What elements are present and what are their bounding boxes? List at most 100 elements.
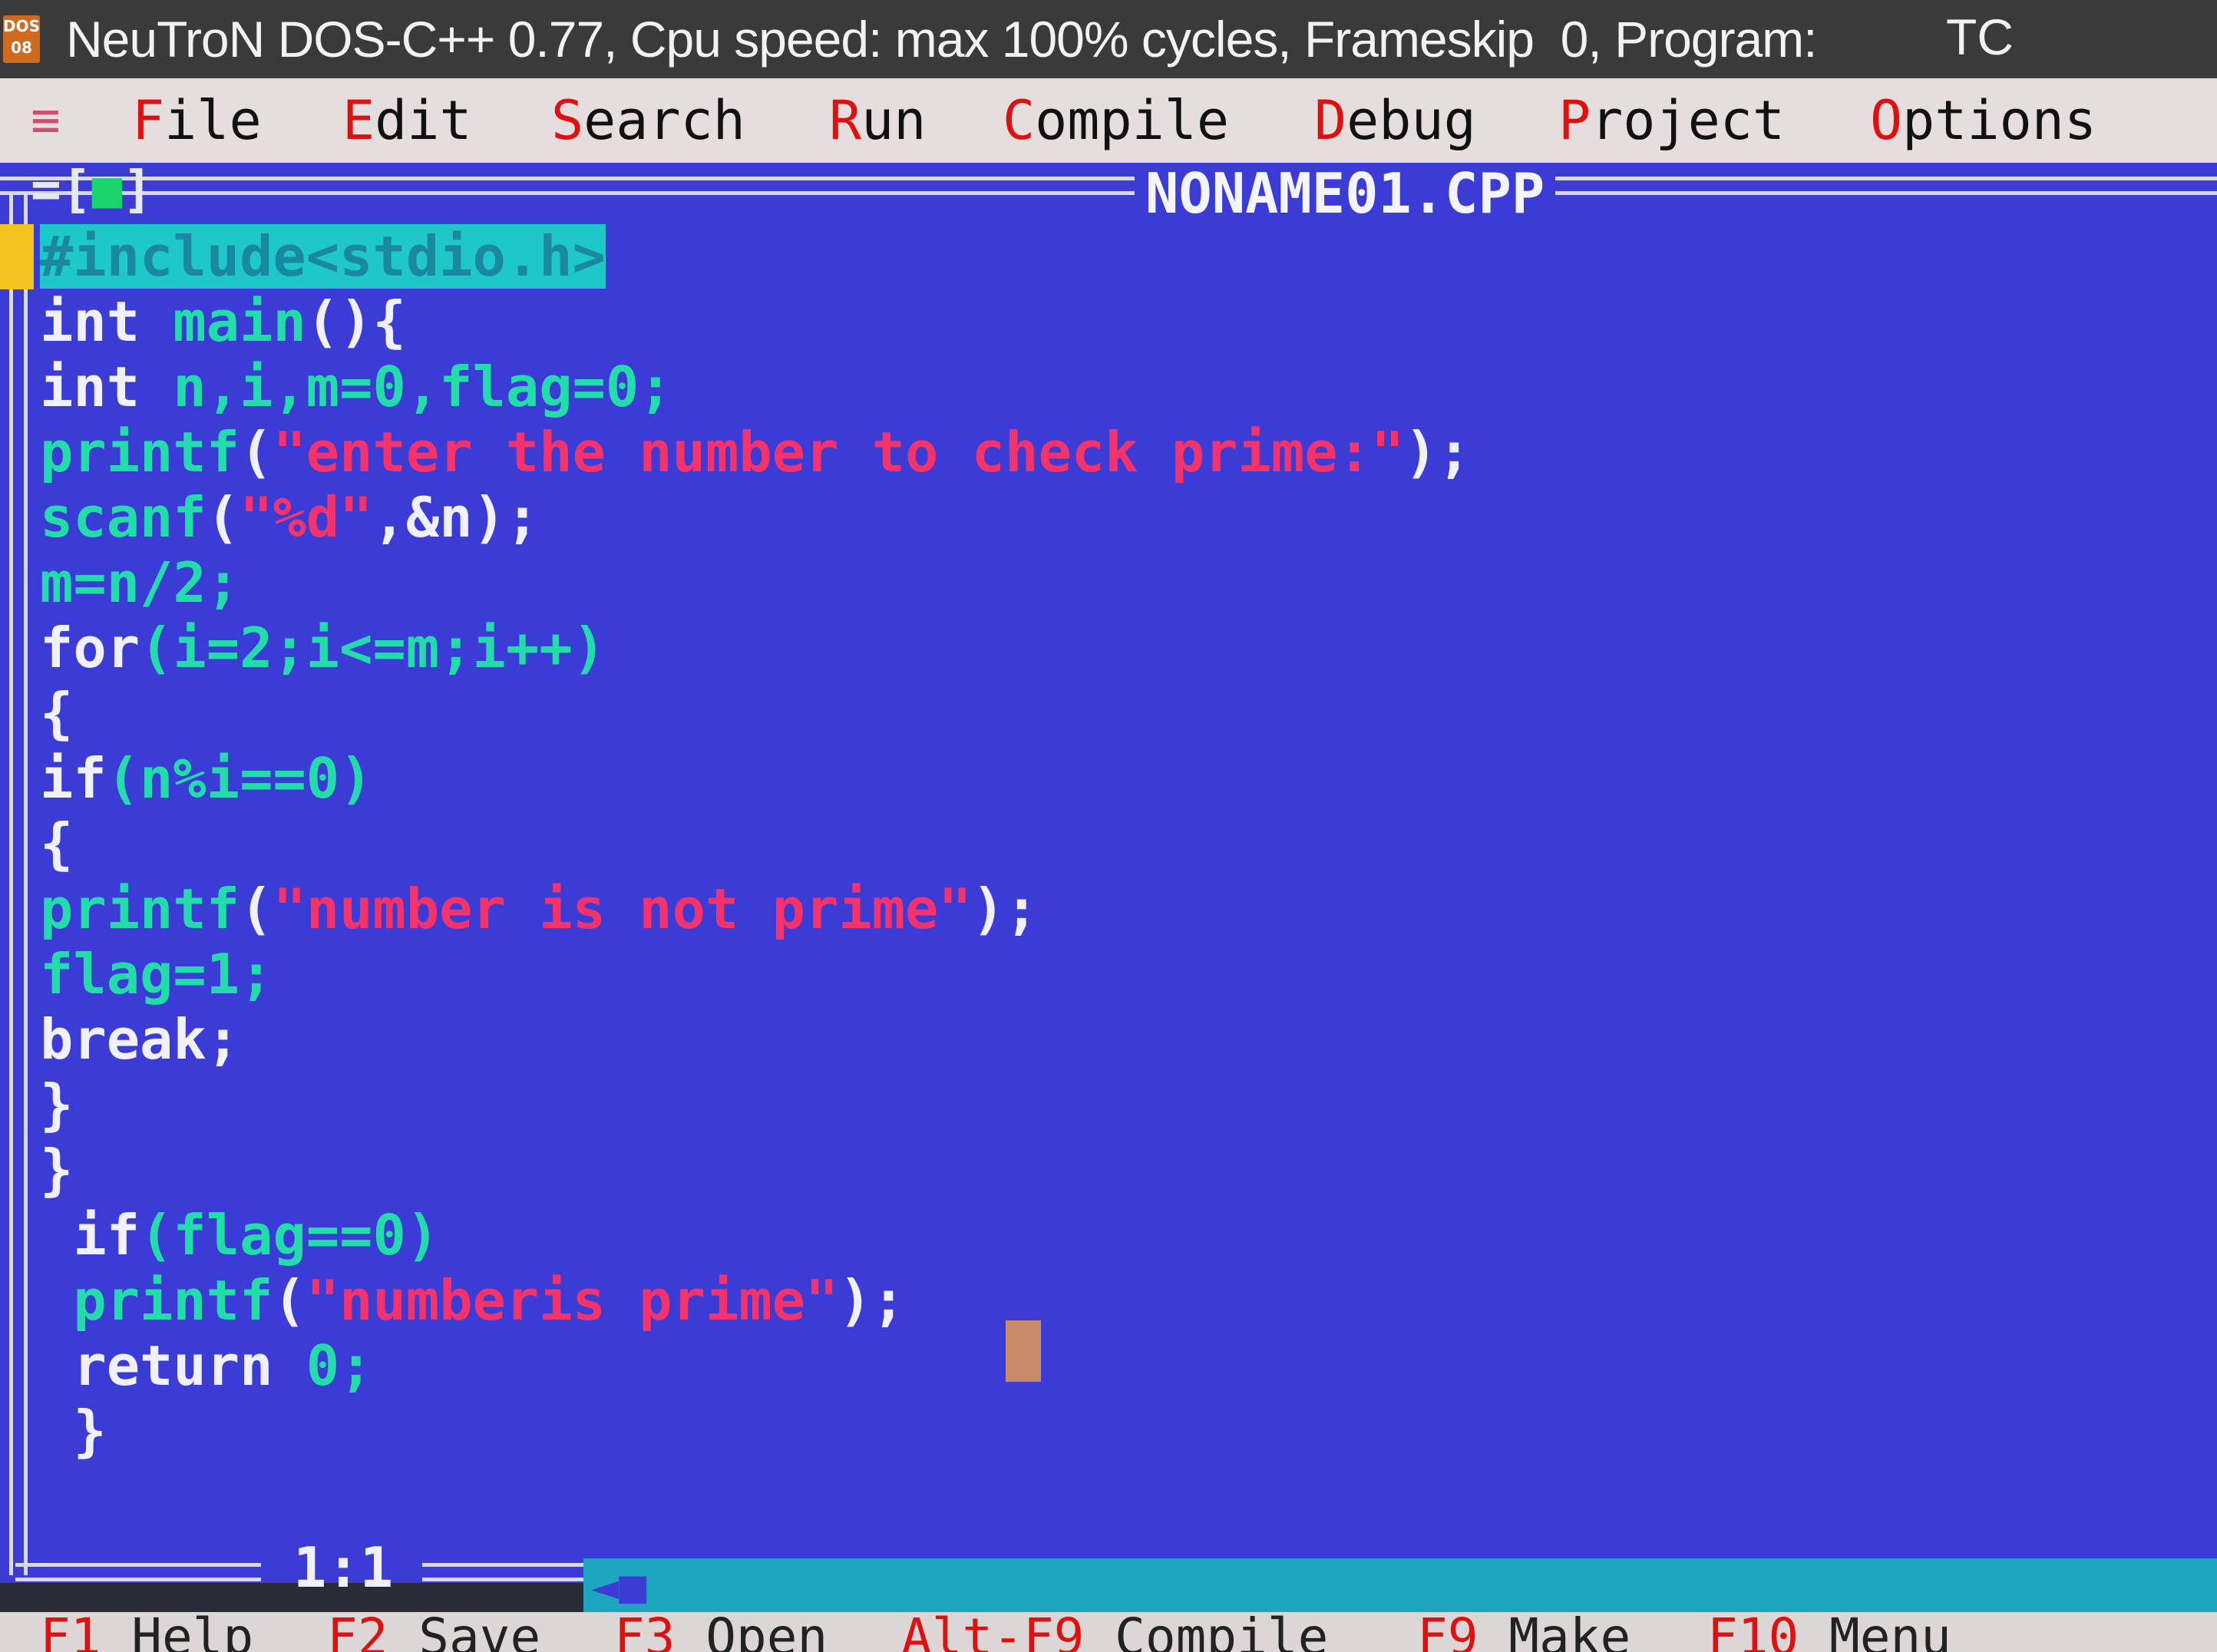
code-area[interactable]: #include<stdio.h> int main(){int n,i,m=0,… [40, 224, 1471, 1464]
code-token: "number is not prime" [273, 877, 972, 941]
editor-window[interactable]: =[■] NONAME01.CPP #include<stdio.h> int m… [0, 163, 2217, 1583]
window-close-button[interactable]: =[■] [31, 163, 153, 219]
code-line[interactable]: return 0; [40, 1333, 1471, 1399]
menu-label: roject [1591, 89, 1786, 152]
fkey-key: F1 [40, 1612, 101, 1652]
menu-run[interactable]: Run [829, 89, 926, 152]
code-token: "%d" [240, 485, 373, 550]
code-token: { [40, 681, 74, 745]
menu-project[interactable]: Project [1558, 89, 1785, 152]
code-token: if [40, 746, 107, 811]
fkey-label: Help [131, 1612, 254, 1652]
system-menu-icon[interactable]: ≡ [31, 92, 61, 149]
code-token: int [40, 289, 140, 354]
code-line[interactable]: printf("numberis prime"); [40, 1268, 1471, 1333]
menu-hotkey: F [132, 89, 165, 152]
fkey-open[interactable]: F3 Open [614, 1612, 828, 1652]
code-line[interactable]: printf("number is not prime"); [40, 877, 1471, 942]
fkey-key: Alt-F9 [901, 1612, 1085, 1652]
code-token: (){ [306, 289, 406, 354]
code-token: scanf [40, 485, 207, 550]
code-token: ( [273, 1268, 306, 1333]
menu-edit[interactable]: Edit [342, 89, 472, 152]
menu-hotkey: S [551, 89, 584, 152]
program-name: TC [1946, 8, 2014, 65]
code-token: (flag==0) [140, 1203, 440, 1267]
menu-label: dit [375, 89, 472, 152]
code-token: printf [40, 877, 240, 941]
menu-file[interactable]: File [132, 89, 262, 152]
code-token: if [40, 1203, 140, 1267]
menu-debug[interactable]: Debug [1314, 89, 1476, 152]
menu-label: earch [583, 89, 745, 152]
code-token: } [40, 1072, 74, 1137]
selection-marker [0, 224, 34, 289]
function-key-bar: F1 Help F2 Save F3 Open Alt-F9 Compile F… [0, 1612, 2217, 1652]
code-token: ); [1404, 420, 1471, 484]
code-token: m=n/2; [40, 550, 240, 615]
fkey-key: F9 [1417, 1612, 1479, 1652]
fkey-make[interactable]: F9 Make [1417, 1612, 1631, 1652]
horizontal-scrollbar[interactable] [583, 1558, 2217, 1614]
menu-compile[interactable]: Compile [1003, 89, 1229, 152]
fkey-label: Open [705, 1612, 828, 1652]
fkey-label: Save [418, 1612, 541, 1652]
frame-double-line [422, 1563, 591, 1581]
code-token: #include<stdio.h> [40, 224, 606, 289]
menu-search[interactable]: Search [551, 89, 745, 152]
menu-hotkey: C [1003, 89, 1036, 152]
menu-hotkey: D [1314, 89, 1347, 152]
fkey-key: F10 [1707, 1612, 1799, 1652]
code-line[interactable]: { [40, 811, 1471, 877]
fkey-save[interactable]: F2 Save [327, 1612, 540, 1652]
code-token: printf [40, 1268, 273, 1333]
fkey-compile[interactable]: Alt-F9 Compile [901, 1612, 1328, 1652]
code-line[interactable]: } [40, 1138, 1471, 1203]
code-token: ( [240, 420, 273, 484]
code-line[interactable]: if(n%i==0) [40, 746, 1471, 811]
code-line[interactable]: for(i=2;i<=m;i++) [40, 616, 1471, 681]
code-line[interactable]: } [40, 1399, 1471, 1464]
code-line[interactable]: printf("enter the number to check prime:… [40, 420, 1471, 485]
code-line[interactable]: break; [40, 1007, 1471, 1072]
code-line[interactable]: flag=1; [40, 942, 1471, 1007]
code-token: (n%i==0) [106, 746, 373, 811]
menu-options[interactable]: Options [1870, 89, 2096, 152]
fkey-label: Menu [1829, 1612, 1951, 1652]
code-token: } [40, 1399, 107, 1463]
dosbox-window: DOS 08 NeuTroN DOS-C++ 0.77, Cpu speed: m… [0, 0, 2217, 1652]
fkey-menu[interactable]: F10 Menu [1707, 1612, 1951, 1652]
code-line[interactable]: } [40, 1072, 1471, 1138]
code-line[interactable]: if(flag==0) [40, 1203, 1471, 1268]
code-line[interactable]: scanf("%d",&n); [40, 485, 1471, 550]
editor-left-frame [9, 193, 28, 1575]
menu-label: ile [164, 89, 262, 152]
fkey-label: Make [1508, 1612, 1631, 1652]
menu-label: ebug [1346, 89, 1476, 152]
code-token: } [40, 1138, 74, 1202]
menu-label: ptions [1902, 89, 2097, 152]
code-line[interactable]: m=n/2; [40, 550, 1471, 616]
code-token: break [40, 1007, 207, 1072]
editor-top-frame: =[■] NONAME01.CPP [0, 163, 2217, 226]
window-titlebar: DOS 08 NeuTroN DOS-C++ 0.77, Cpu speed: m… [0, 0, 2217, 78]
code-token: "enter the number to check prime:" [273, 420, 1405, 484]
code-token: ,&n); [372, 485, 540, 550]
menu-hotkey: E [342, 89, 375, 152]
code-token: ; [206, 1007, 240, 1072]
code-line[interactable]: int main(){ [40, 289, 1471, 355]
scroll-left-arrow-icon[interactable]: ◄■ [591, 1560, 646, 1614]
frame-double-line [0, 177, 2217, 195]
code-line[interactable]: int n,i,m=0,flag=0; [40, 355, 1471, 420]
dosbox-app-icon: DOS 08 [3, 15, 40, 63]
fkey-help[interactable]: F1 Help [40, 1612, 253, 1652]
code-line[interactable]: { [40, 681, 1471, 746]
fkey-key: F3 [614, 1612, 676, 1652]
code-line[interactable]: #include<stdio.h> [40, 224, 1471, 289]
code-token: (i=2;i<=m;i++) [140, 616, 606, 680]
code-token: ); [971, 877, 1039, 941]
file-name-title: NONAME01.CPP [1135, 163, 1556, 226]
window-title: NeuTroN DOS-C++ 0.77, Cpu speed: max 100… [66, 11, 1817, 68]
code-token: ( [240, 877, 273, 941]
close-bracket-right: ] [122, 163, 153, 219]
